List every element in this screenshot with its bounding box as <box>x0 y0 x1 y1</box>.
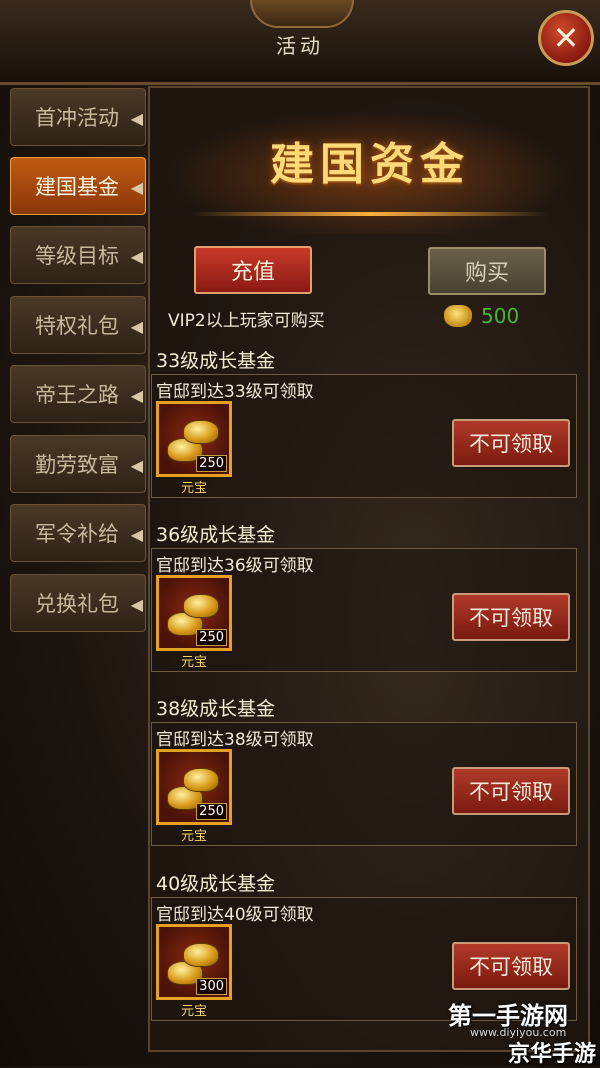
vip-requirement-text: VIP2以上玩家可购买 <box>168 311 325 331</box>
claim-button[interactable]: 不可领取 <box>452 942 570 990</box>
watermark-brand: 京华手游 <box>508 1042 597 1067</box>
sidebar-item-label: 等级目标 <box>35 244 119 268</box>
chevron-left-icon: ◀ <box>130 386 143 405</box>
sidebar-item-label: 首冲活动 <box>35 106 119 130</box>
banner-title: 建国资金 <box>270 139 470 190</box>
fund-title: 36级成长基金 <box>156 524 276 546</box>
claim-button[interactable]: 不可领取 <box>452 593 570 641</box>
ingot-icon <box>183 768 219 792</box>
fund-card: 官邸到达33级可领取 250 元宝 不可领取 <box>151 374 577 498</box>
ingot-icon <box>183 943 219 967</box>
claim-button[interactable]: 不可领取 <box>452 767 570 815</box>
banner-divider <box>190 212 550 216</box>
reward-item[interactable]: 250 <box>156 401 232 477</box>
sidebar-item-label: 军令补给 <box>35 522 119 546</box>
recharge-button[interactable]: 充值 <box>194 246 312 294</box>
buy-button[interactable]: 购买 <box>428 247 546 295</box>
reward-item[interactable]: 250 <box>156 749 232 825</box>
fund-title: 40级成长基金 <box>156 873 276 895</box>
fund-card: 官邸到达36级可领取 250 元宝 不可领取 <box>151 548 577 672</box>
close-button[interactable]: ✕ <box>538 10 594 66</box>
fund-condition: 官邸到达40级可领取 <box>156 905 314 925</box>
ingot-icon <box>183 420 219 444</box>
sidebar-item-label: 兑换礼包 <box>35 592 119 616</box>
sidebar-item-hard-work[interactable]: 勤劳致富 ◀ <box>10 435 146 493</box>
reward-item[interactable]: 250 <box>156 575 232 651</box>
item-name: 元宝 <box>180 655 207 670</box>
claim-button[interactable]: 不可领取 <box>452 419 570 467</box>
fund-title: 38级成长基金 <box>156 698 276 720</box>
chevron-left-icon: ◀ <box>130 525 143 544</box>
sidebar-item-military-supply[interactable]: 军令补给 ◀ <box>10 504 146 562</box>
sidebar-item-label: 勤劳致富 <box>35 453 119 477</box>
fund-condition: 官邸到达38级可领取 <box>156 730 314 750</box>
close-icon: ✕ <box>552 19 580 57</box>
sidebar-item-emperor-road[interactable]: 帝王之路 ◀ <box>10 365 146 423</box>
gold-ingot-icon <box>444 305 472 327</box>
fund-condition: 官邸到达33级可领取 <box>156 382 314 402</box>
item-name: 元宝 <box>180 1004 207 1019</box>
fund-card: 官邸到达38级可领取 250 元宝 不可领取 <box>151 722 577 846</box>
sidebar-item-first-recharge[interactable]: 首冲活动 ◀ <box>10 88 146 146</box>
fund-condition: 官邸到达36级可领取 <box>156 556 314 576</box>
sidebar-item-exchange-pack[interactable]: 兑换礼包 ◀ <box>10 574 146 632</box>
sidebar-item-level-goal[interactable]: 等级目标 ◀ <box>10 226 146 284</box>
chevron-left-icon: ◀ <box>130 595 143 614</box>
sidebar-item-label: 特权礼包 <box>35 314 119 338</box>
window-title: 活动 <box>276 34 324 58</box>
reward-item[interactable]: 300 <box>156 924 232 1000</box>
sidebar-item-founding-fund[interactable]: 建国基金 ◀ <box>10 157 146 215</box>
chevron-left-icon: ◀ <box>130 456 143 475</box>
chevron-left-icon: ◀ <box>130 178 143 197</box>
item-count: 300 <box>196 978 227 995</box>
header-ornament <box>250 0 354 28</box>
chevron-left-icon: ◀ <box>130 247 143 266</box>
item-count: 250 <box>196 803 227 820</box>
ingot-icon <box>183 594 219 618</box>
sidebar-item-label: 帝王之路 <box>35 383 119 407</box>
item-name: 元宝 <box>180 481 207 496</box>
price-amount: 500 <box>481 304 520 328</box>
fund-title: 33级成长基金 <box>156 350 276 372</box>
header-bar: 活动 ✕ <box>0 0 600 85</box>
item-count: 250 <box>196 455 227 472</box>
chevron-left-icon: ◀ <box>130 109 143 128</box>
chevron-left-icon: ◀ <box>130 317 143 336</box>
sidebar-item-privilege-pack[interactable]: 特权礼包 ◀ <box>10 296 146 354</box>
sidebar-item-label: 建国基金 <box>35 175 119 199</box>
item-name: 元宝 <box>180 829 207 844</box>
item-count: 250 <box>196 629 227 646</box>
